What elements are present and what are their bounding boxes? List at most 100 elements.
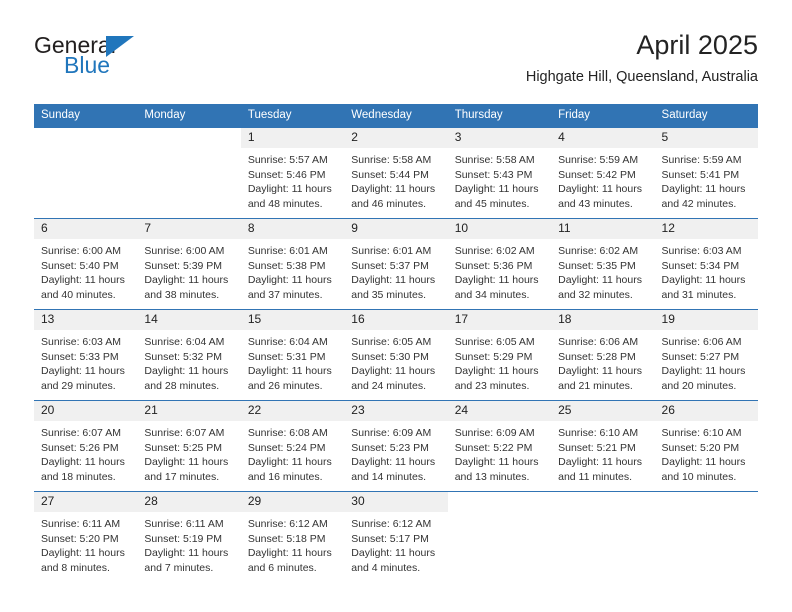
day-detail: Sunrise: 6:12 AM Sunset: 5:17 PM Daylight:… <box>344 512 447 575</box>
day-number: 1 <box>240 128 345 148</box>
calendar-day-cell[interactable]: 11 Sunrise: 6:02 AM Sunset: 5:35 PM Dayligh… <box>551 218 655 310</box>
calendar-day-cell[interactable]: 1 Sunrise: 5:57 AM Sunset: 5:46 PM Daylight… <box>240 127 345 219</box>
sunset-text: Sunset: 5:38 PM <box>247 259 326 272</box>
calendar-day-cell[interactable]: 25 Sunrise: 6:10 AM Sunset: 5:21 PM Dayligh… <box>551 400 655 492</box>
calendar-day-cell[interactable]: 26 Sunrise: 6:10 AM Sunset: 5:20 PM Dayligh… <box>654 400 758 492</box>
day-number: 24 <box>447 401 552 421</box>
day-number: 2 <box>344 128 448 148</box>
sunset-text: Sunset: 5:26 PM <box>41 441 119 454</box>
calendar-day-cell[interactable]: 13 Sunrise: 6:03 AM Sunset: 5:33 PM Dayligh… <box>34 309 138 401</box>
calendar-week-row: 27 Sunrise: 6:11 AM Sunset: 5:20 PM Dayligh… <box>34 491 758 582</box>
day-number: 26 <box>654 401 758 421</box>
calendar-day-cell[interactable]: 9 Sunrise: 6:01 AM Sunset: 5:37 PM Daylight… <box>344 218 448 310</box>
calendar-day-cell[interactable]: 14 Sunrise: 6:04 AM Sunset: 5:32 PM Dayligh… <box>137 309 241 401</box>
sunset-text: Sunset: 5:35 PM <box>558 259 636 272</box>
calendar-day-cell[interactable]: 29 Sunrise: 6:12 AM Sunset: 5:18 PM Dayligh… <box>240 491 345 582</box>
day-detail: Sunrise: 6:08 AM Sunset: 5:24 PM Daylight:… <box>241 421 344 484</box>
sunrise-text: Sunrise: 6:12 AM <box>247 518 328 530</box>
day-detail: Sunrise: 6:10 AM Sunset: 5:21 PM Daylight:… <box>551 421 654 484</box>
sunrise-text: Sunrise: 6:03 AM <box>41 336 121 348</box>
sunset-text: Sunset: 5:17 PM <box>351 532 429 545</box>
sunset-text: Sunset: 5:32 PM <box>144 350 223 363</box>
daylight-text: Daylight: 11 hours and 48 minutes. <box>247 183 332 210</box>
sunset-text: Sunset: 5:31 PM <box>247 350 326 363</box>
daylight-text: Daylight: 11 hours and 32 minutes. <box>558 274 642 301</box>
calendar-day-cell[interactable]: 4 Sunrise: 5:59 AM Sunset: 5:42 PM Daylight… <box>551 127 655 219</box>
calendar-day-cell[interactable]: 15 Sunrise: 6:04 AM Sunset: 5:31 PM Dayligh… <box>240 309 345 401</box>
daylight-text: Daylight: 11 hours and 7 minutes. <box>144 547 229 574</box>
calendar-day-cell[interactable]: 12 Sunrise: 6:03 AM Sunset: 5:34 PM Dayligh… <box>654 218 758 310</box>
sunset-text: Sunset: 5:24 PM <box>247 441 326 454</box>
day-detail: Sunrise: 6:04 AM Sunset: 5:32 PM Daylight:… <box>137 330 240 393</box>
calendar-day-cell[interactable]: 27 Sunrise: 6:11 AM Sunset: 5:20 PM Dayligh… <box>34 491 138 582</box>
calendar-day-cell[interactable]: 2 Sunrise: 5:58 AM Sunset: 5:44 PM Daylight… <box>344 127 448 219</box>
day-detail: Sunrise: 5:58 AM Sunset: 5:44 PM Daylight:… <box>344 148 447 211</box>
sunset-text: Sunset: 5:20 PM <box>661 441 740 454</box>
sunset-text: Sunset: 5:27 PM <box>661 350 740 363</box>
day-detail: Sunrise: 6:07 AM Sunset: 5:26 PM Daylight:… <box>34 421 137 484</box>
day-number: 12 <box>654 219 758 239</box>
sunrise-text: Sunrise: 5:58 AM <box>351 154 432 166</box>
day-number: 10 <box>447 219 552 239</box>
calendar-day-cell[interactable]: 10 Sunrise: 6:02 AM Sunset: 5:36 PM Dayligh… <box>447 218 552 310</box>
calendar-day-cell[interactable]: 20 Sunrise: 6:07 AM Sunset: 5:26 PM Dayligh… <box>34 400 138 492</box>
daylight-text: Daylight: 11 hours and 38 minutes. <box>144 274 229 301</box>
sunset-text: Sunset: 5:46 PM <box>247 168 326 181</box>
day-detail: Sunrise: 5:59 AM Sunset: 5:41 PM Daylight:… <box>655 148 758 211</box>
day-detail: Sunrise: 6:03 AM Sunset: 5:33 PM Daylight:… <box>34 330 137 393</box>
calendar-day-cell[interactable]: 3 Sunrise: 5:58 AM Sunset: 5:43 PM Daylight… <box>447 127 552 219</box>
sunset-text: Sunset: 5:41 PM <box>661 168 740 181</box>
calendar-day-cell[interactable]: 21 Sunrise: 6:07 AM Sunset: 5:25 PM Dayligh… <box>137 400 241 492</box>
daylight-text: Daylight: 11 hours and 28 minutes. <box>144 365 229 392</box>
day-detail: Sunrise: 6:09 AM Sunset: 5:22 PM Daylight:… <box>448 421 551 484</box>
weekday-header-tuesday: Tuesday <box>240 104 345 128</box>
calendar-day-cell[interactable]: 6 Sunrise: 6:00 AM Sunset: 5:40 PM Daylight… <box>34 218 138 310</box>
day-detail: Sunrise: 6:00 AM Sunset: 5:39 PM Daylight:… <box>137 239 240 302</box>
sunrise-text: Sunrise: 6:05 AM <box>454 336 535 348</box>
day-detail: Sunrise: 6:04 AM Sunset: 5:31 PM Daylight:… <box>241 330 344 393</box>
calendar-day-cell[interactable]: 28 Sunrise: 6:11 AM Sunset: 5:19 PM Dayligh… <box>137 491 241 582</box>
daylight-text: Daylight: 11 hours and 29 minutes. <box>41 365 125 392</box>
weekday-header-wednesday: Wednesday <box>344 104 448 128</box>
calendar-day-cell[interactable]: 7 Sunrise: 6:00 AM Sunset: 5:39 PM Daylight… <box>137 218 241 310</box>
sunrise-text: Sunrise: 6:10 AM <box>661 427 742 439</box>
sunrise-text: Sunrise: 5:59 AM <box>661 154 742 166</box>
daylight-text: Daylight: 11 hours and 11 minutes. <box>558 456 642 483</box>
sunrise-text: Sunrise: 6:03 AM <box>661 245 742 257</box>
day-detail: Sunrise: 6:11 AM Sunset: 5:19 PM Daylight:… <box>137 512 240 575</box>
sunset-text: Sunset: 5:18 PM <box>247 532 326 545</box>
day-number: 16 <box>344 310 448 330</box>
calendar-day-cell[interactable]: 16 Sunrise: 6:05 AM Sunset: 5:30 PM Dayligh… <box>344 309 448 401</box>
calendar-day-cell[interactable]: 30 Sunrise: 6:12 AM Sunset: 5:17 PM Dayligh… <box>344 491 448 582</box>
day-number: 3 <box>447 128 552 148</box>
day-detail: Sunrise: 6:02 AM Sunset: 5:35 PM Daylight:… <box>551 239 654 302</box>
day-detail: Sunrise: 6:06 AM Sunset: 5:28 PM Daylight:… <box>551 330 654 393</box>
daylight-text: Daylight: 11 hours and 13 minutes. <box>454 456 539 483</box>
calendar-day-cell[interactable]: 5 Sunrise: 5:59 AM Sunset: 5:41 PM Daylight… <box>654 127 758 219</box>
daylight-text: Daylight: 11 hours and 45 minutes. <box>454 183 539 210</box>
sunrise-text: Sunrise: 6:06 AM <box>661 336 742 348</box>
calendar-day-cell[interactable]: 22 Sunrise: 6:08 AM Sunset: 5:24 PM Dayligh… <box>240 400 345 492</box>
page-subtitle: Highgate Hill, Queensland, Australia <box>525 69 758 85</box>
sunrise-text: Sunrise: 6:02 AM <box>454 245 535 257</box>
brand-logo[interactable]: General Blue <box>34 32 234 88</box>
day-number <box>654 492 758 512</box>
day-number: 23 <box>344 401 448 421</box>
calendar-day-cell[interactable]: 19 Sunrise: 6:06 AM Sunset: 5:27 PM Dayligh… <box>654 309 758 401</box>
sunset-text: Sunset: 5:28 PM <box>558 350 636 363</box>
calendar-day-cell[interactable]: 24 Sunrise: 6:09 AM Sunset: 5:22 PM Dayligh… <box>447 400 552 492</box>
day-detail: Sunrise: 5:57 AM Sunset: 5:46 PM Daylight:… <box>241 148 344 211</box>
daylight-text: Daylight: 11 hours and 40 minutes. <box>41 274 125 301</box>
calendar-day-cell[interactable]: 8 Sunrise: 6:01 AM Sunset: 5:38 PM Daylight… <box>240 218 345 310</box>
title-block: April 2025 Highgate Hill, Queensland, Au… <box>526 28 758 88</box>
day-number: 6 <box>34 219 138 239</box>
sunrise-text: Sunrise: 6:01 AM <box>351 245 432 257</box>
calendar-day-cell-empty <box>34 127 138 219</box>
calendar-day-cell[interactable]: 23 Sunrise: 6:09 AM Sunset: 5:23 PM Dayligh… <box>344 400 448 492</box>
sunrise-text: Sunrise: 6:05 AM <box>351 336 432 348</box>
daylight-text: Daylight: 11 hours and 8 minutes. <box>41 547 125 574</box>
daylight-text: Daylight: 11 hours and 23 minutes. <box>454 365 539 392</box>
calendar-day-cell[interactable]: 17 Sunrise: 6:05 AM Sunset: 5:29 PM Dayligh… <box>447 309 552 401</box>
day-number: 29 <box>240 492 345 512</box>
calendar-day-cell[interactable]: 18 Sunrise: 6:06 AM Sunset: 5:28 PM Dayligh… <box>551 309 655 401</box>
